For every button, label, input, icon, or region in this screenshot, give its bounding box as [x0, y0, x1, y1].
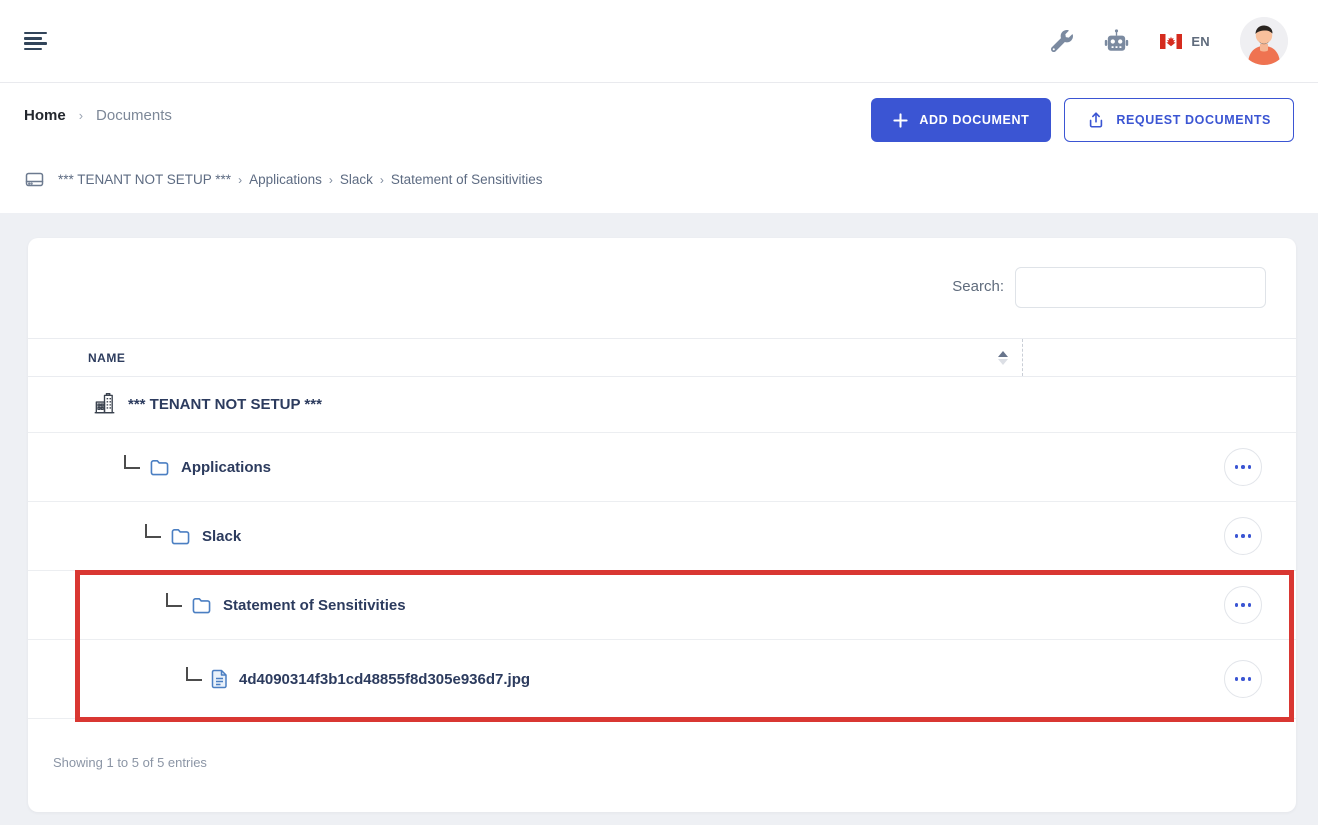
- table-row-tenant[interactable]: *** TENANT NOT SETUP ***: [28, 377, 1296, 433]
- table-row-statement-of-sensitivities[interactable]: Statement of Sensitivities: [28, 571, 1296, 640]
- language-label: EN: [1191, 34, 1210, 49]
- sort-asc-icon: [998, 351, 1008, 357]
- path-item-tenant[interactable]: *** TENANT NOT SETUP ***: [58, 172, 231, 187]
- table-row-file[interactable]: 4d4090314f3b1cd48855f8d305e936d7.jpg: [28, 640, 1296, 719]
- entries-status: Showing 1 to 5 of 5 entries: [28, 719, 1296, 770]
- tree-connector: [145, 524, 161, 538]
- building-icon: [92, 392, 117, 417]
- path-separator: ›: [238, 173, 242, 187]
- avatar[interactable]: [1240, 17, 1288, 65]
- row-label: Slack: [202, 528, 241, 545]
- documents-card: Search: NAME: [28, 238, 1296, 812]
- path-item-slack[interactable]: Slack: [340, 172, 373, 187]
- path-item-statement[interactable]: Statement of Sensitivities: [391, 172, 543, 187]
- breadcrumb-separator: ›: [79, 108, 83, 123]
- table-row-slack[interactable]: Slack: [28, 502, 1296, 571]
- path-separator: ›: [380, 173, 384, 187]
- search-bar: Search:: [28, 238, 1296, 338]
- row-label: Statement of Sensitivities: [223, 597, 406, 614]
- search-input[interactable]: [1015, 267, 1266, 308]
- top-navbar: EN: [0, 0, 1318, 83]
- row-actions-button[interactable]: [1224, 586, 1262, 624]
- documents-page: EN Home › Documents: [0, 0, 1318, 825]
- name-header-label: NAME: [88, 351, 125, 365]
- tenant-path: *** TENANT NOT SETUP *** › Applications …: [24, 170, 542, 189]
- search-label: Search:: [952, 278, 1004, 295]
- canada-flag-icon: [1160, 34, 1182, 49]
- wrench-icon[interactable]: [1051, 30, 1073, 52]
- tree-connector: [124, 455, 140, 469]
- sort-icon[interactable]: [998, 351, 1008, 365]
- file-icon: [211, 669, 228, 689]
- language-selector[interactable]: EN: [1160, 34, 1210, 49]
- menu-toggle-icon[interactable]: [24, 32, 47, 51]
- page-header: Home › Documents *** TENANT NOT SETUP **…: [0, 83, 1318, 213]
- row-label: Applications: [181, 459, 271, 476]
- robot-icon[interactable]: [1103, 28, 1130, 55]
- row-actions-button[interactable]: [1224, 517, 1262, 555]
- sort-desc-icon: [998, 359, 1008, 365]
- path-item-applications[interactable]: Applications: [249, 172, 322, 187]
- request-documents-label: REQUEST DOCUMENTS: [1116, 113, 1271, 127]
- drive-icon: [24, 170, 45, 189]
- tree-connector: [166, 593, 182, 607]
- row-actions-button[interactable]: [1224, 448, 1262, 486]
- breadcrumb-home-link[interactable]: Home: [24, 107, 66, 124]
- row-label: 4d4090314f3b1cd48855f8d305e936d7.jpg: [239, 671, 530, 688]
- table-row-applications[interactable]: Applications: [28, 433, 1296, 502]
- plus-icon: [893, 113, 908, 128]
- folder-icon: [170, 527, 191, 545]
- table-header: NAME: [28, 338, 1296, 377]
- request-documents-button[interactable]: REQUEST DOCUMENTS: [1064, 98, 1294, 142]
- add-document-label: ADD DOCUMENT: [919, 113, 1029, 127]
- breadcrumb-current: Documents: [96, 107, 172, 124]
- path-separator: ›: [329, 173, 333, 187]
- tree-connector: [186, 667, 202, 681]
- upload-icon: [1087, 111, 1105, 129]
- column-header-name[interactable]: NAME: [28, 339, 1023, 376]
- row-label: *** TENANT NOT SETUP ***: [128, 396, 322, 413]
- add-document-button[interactable]: ADD DOCUMENT: [871, 98, 1051, 142]
- folder-icon: [191, 596, 212, 614]
- folder-icon: [149, 458, 170, 476]
- row-actions-button[interactable]: [1224, 660, 1262, 698]
